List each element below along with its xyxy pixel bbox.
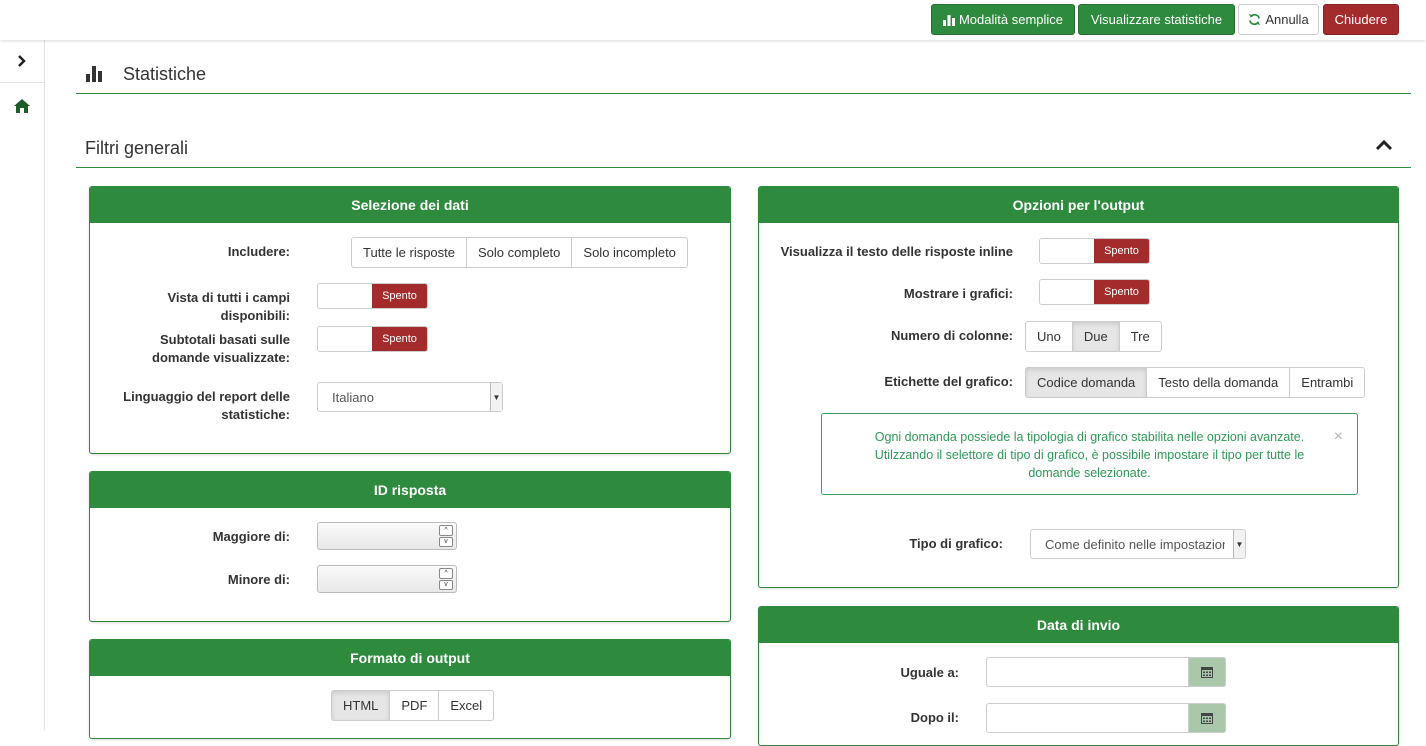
output-options-panel: Opzioni per l'output Visualizza il testo… <box>758 186 1399 588</box>
output-format-title: Formato di output <box>90 640 730 676</box>
chart-type-info-alert: Ogni domanda possiede la tipologia di gr… <box>821 413 1358 495</box>
cancel-button[interactable]: Annulla <box>1238 4 1319 35</box>
spin-down-icon: v <box>439 579 453 590</box>
submit-date-panel: Data di invio Uguale a: Dopo il: <box>758 606 1399 746</box>
chart-label-code-button[interactable]: Codice domanda <box>1025 367 1148 398</box>
chart-type-info-text: Ogni domanda possiede la tipologia di gr… <box>874 430 1305 480</box>
chevron-up-icon[interactable] <box>1375 138 1393 152</box>
close-button[interactable]: Chiudere <box>1323 4 1399 35</box>
chart-label-text-button[interactable]: Testo della domanda <box>1146 367 1291 398</box>
less-than-input[interactable]: ^ v <box>317 565 457 593</box>
language-select-value: Italiano <box>332 389 374 405</box>
chart-label-both-button[interactable]: Entrambi <box>1289 367 1366 398</box>
inline-text-label: Visualizza il testo delle risposte inlin… <box>780 244 1013 259</box>
home-button[interactable] <box>0 98 44 114</box>
data-selection-panel: Selezione dei dati Includere: Tutte le r… <box>89 186 731 454</box>
page-title: Statistiche <box>123 64 207 84</box>
calendar-icon <box>1201 713 1213 724</box>
greater-than-label: Maggiore di: <box>212 529 290 544</box>
response-id-panel: ID risposta Maggiore di: ^ v Minore di: ^… <box>89 471 731 622</box>
page-header: Statistiche <box>76 58 1411 94</box>
spin-down-icon: v <box>439 536 453 547</box>
equal-to-date-input[interactable] <box>986 657 1226 687</box>
general-filters-header[interactable]: Filtri generali <box>76 132 1411 168</box>
show-charts-toggle-state: Spento <box>1094 280 1149 304</box>
view-statistics-button[interactable]: Visualizzare statistiche <box>1078 4 1235 35</box>
chart-labels-label: Etichette del grafico: <box>884 374 1013 389</box>
all-fields-label: Vista di tutti i campi disponibili: <box>167 290 290 323</box>
expand-sidebar-button[interactable] <box>0 54 44 68</box>
data-selection-title: Selezione dei dati <box>90 187 730 223</box>
show-charts-toggle[interactable]: Spento <box>1039 279 1150 305</box>
number-spinner[interactable]: ^ v <box>439 568 453 590</box>
columns-three-button[interactable]: Tre <box>1118 321 1162 352</box>
top-toolbar: Modalità semplice Visualizzare statistic… <box>0 0 1426 40</box>
inline-text-toggle-state: Spento <box>1094 239 1149 263</box>
show-charts-label: Mostrare i grafici: <box>903 286 1013 301</box>
less-than-label: Minore di: <box>227 572 290 587</box>
subtotals-toggle[interactable]: Spento <box>317 326 428 352</box>
include-button-group: Tutte le risposte Solo completo Solo inc… <box>351 237 688 268</box>
subtotals-label: Subtotali basati sulle domande visualizz… <box>152 332 290 365</box>
format-pdf-button[interactable]: PDF <box>389 690 440 721</box>
calendar-button[interactable] <box>1188 704 1225 732</box>
chart-type-select-value: Come definito nelle impostazioni <box>1045 536 1225 552</box>
greater-than-input[interactable]: ^ v <box>317 522 457 550</box>
language-select[interactable]: Italiano ▼ <box>317 382 503 412</box>
refresh-icon <box>1249 13 1261 26</box>
include-complete-button[interactable]: Solo completo <box>466 237 573 268</box>
simple-mode-button[interactable]: Modalità semplice <box>931 4 1075 35</box>
chevron-right-icon <box>18 55 26 67</box>
statistics-icon <box>86 66 102 82</box>
inline-text-toggle[interactable]: Spento <box>1039 238 1150 264</box>
simple-mode-label: Modalità semplice <box>958 12 1064 27</box>
include-incomplete-button[interactable]: Solo incompleto <box>571 237 688 268</box>
all-fields-toggle-state: Spento <box>372 284 427 308</box>
output-options-title: Opzioni per l'output <box>759 187 1398 223</box>
chart-labels-button-group: Codice domanda Testo della domanda Entra… <box>1025 367 1366 398</box>
columns-button-group: Uno Due Tre <box>1025 321 1162 352</box>
calendar-icon <box>1201 667 1213 678</box>
chart-type-label: Tipo di grafico: <box>909 536 1003 551</box>
columns-two-button[interactable]: Due <box>1071 321 1120 352</box>
equal-to-label: Uguale a: <box>900 665 959 680</box>
columns-label: Numero di colonne: <box>890 328 1013 343</box>
close-alert-icon[interactable]: × <box>1334 428 1343 446</box>
calendar-button[interactable] <box>1188 658 1225 686</box>
home-icon <box>14 99 30 113</box>
submit-date-title: Data di invio <box>759 607 1398 643</box>
sidebar-divider <box>0 82 44 83</box>
dropdown-arrow-icon: ▼ <box>490 383 502 411</box>
chart-type-select[interactable]: Come definito nelle impostazioni ▼ <box>1030 529 1246 559</box>
number-spinner[interactable]: ^ v <box>439 525 453 547</box>
include-all-button[interactable]: Tutte le risposte <box>351 237 468 268</box>
output-format-button-group: HTML PDF Excel <box>331 690 495 721</box>
view-statistics-label: Visualizzare statistiche <box>1090 12 1223 27</box>
cancel-label: Annulla <box>1265 12 1309 27</box>
dropdown-arrow-icon: ▼ <box>1233 530 1245 558</box>
spin-up-icon: ^ <box>439 568 453 579</box>
all-fields-toggle[interactable]: Spento <box>317 283 428 309</box>
include-label: Includere: <box>227 244 290 259</box>
language-label: Linguaggio del report delle statistiche: <box>123 389 290 422</box>
spin-up-icon: ^ <box>439 525 453 536</box>
close-label: Chiudere <box>1334 12 1388 27</box>
sidebar <box>0 40 45 730</box>
bar-chart-icon <box>942 14 955 26</box>
response-id-title: ID risposta <box>90 472 730 508</box>
output-format-panel: Formato di output HTML PDF Excel <box>89 639 731 739</box>
format-excel-button[interactable]: Excel <box>438 690 495 721</box>
general-filters-title: Filtri generali <box>85 138 189 158</box>
after-label: Dopo il: <box>910 710 959 725</box>
after-date-input[interactable] <box>986 703 1226 733</box>
columns-one-button[interactable]: Uno <box>1025 321 1073 352</box>
subtotals-toggle-state: Spento <box>372 327 427 351</box>
format-html-button[interactable]: HTML <box>331 690 391 721</box>
